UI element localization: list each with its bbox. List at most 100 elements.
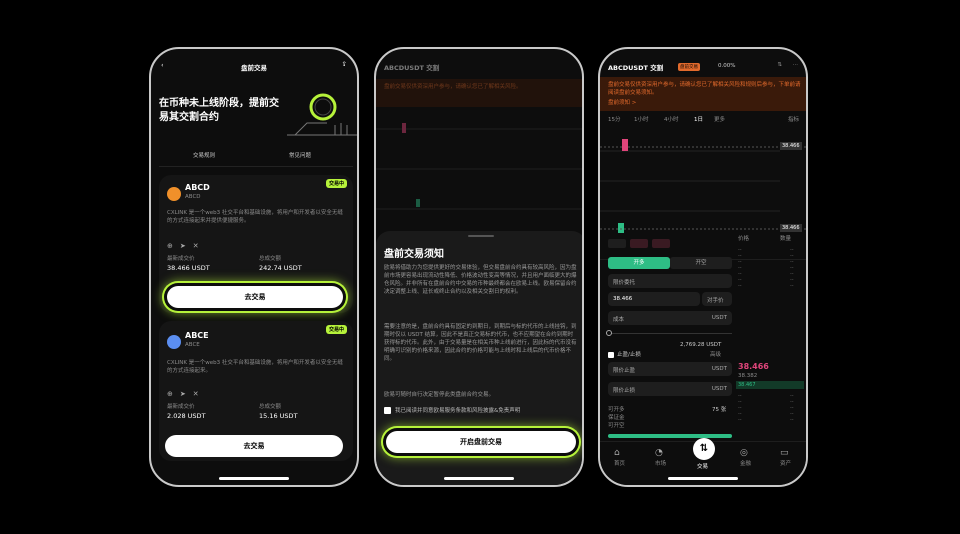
home-indicator bbox=[444, 477, 514, 480]
candle bbox=[618, 223, 624, 233]
coin-sub: ABCD bbox=[185, 194, 201, 200]
take-profit-input[interactable]: 限价止盈 USDT bbox=[608, 362, 732, 376]
sheet-title: 盘前交易须知 bbox=[384, 249, 444, 260]
coin-icon bbox=[167, 334, 181, 349]
timeframe-tabs: 15分 1小时 4小时 1日 更多 指标 bbox=[608, 116, 802, 128]
nav-market[interactable]: 市场 bbox=[655, 460, 666, 468]
stat-value: 75 张 bbox=[712, 407, 727, 413]
coin-desc: CXLINK 是一个web3 社交平台和基础设施，将用户和开发者以安全无缝的方式… bbox=[167, 360, 343, 374]
hero-illustration-icon bbox=[287, 93, 357, 136]
price-tag: 38.466 bbox=[780, 142, 802, 150]
chart-background bbox=[376, 123, 582, 210]
leverage-chip[interactable] bbox=[608, 239, 626, 248]
coin-desc: CXLINK 是一个web3 社交平台和基础设施，将用户和开发者以安全无缝的方式… bbox=[167, 210, 343, 224]
stat-value: 38.466 USDT bbox=[167, 264, 210, 272]
indicators-button[interactable]: 指标 bbox=[788, 116, 799, 124]
open-long-tab[interactable]: 开多 bbox=[608, 257, 670, 269]
submit-long-button[interactable] bbox=[608, 434, 732, 438]
tpsl-label: 止盈/止损 bbox=[617, 352, 641, 358]
stat-label: 可开空 bbox=[608, 423, 625, 429]
telegram-icon[interactable]: ➤ bbox=[180, 242, 186, 250]
quantity-input[interactable]: 成本 USDT bbox=[608, 311, 732, 325]
trade-icon[interactable]: ⇅ bbox=[693, 438, 715, 460]
tab-4h[interactable]: 4小时 bbox=[664, 116, 679, 124]
available-balance: 2,769.28 USDT bbox=[680, 342, 722, 348]
more-icon[interactable]: ··· bbox=[793, 61, 798, 69]
tab-more[interactable]: 更多 bbox=[714, 116, 725, 124]
stat-label: 最新成交价 bbox=[167, 256, 195, 262]
globe-icon[interactable]: ⊕ bbox=[167, 390, 173, 398]
notice-link[interactable]: 盘前须知 > bbox=[608, 99, 636, 107]
price-tag: 38.466 bbox=[780, 224, 802, 232]
tab-faq[interactable]: 常见问题 bbox=[289, 152, 311, 160]
phone-trade: ABCDUSDT 交割 盘前交易 0.00% ⇅ ··· 盘前交易仅供资深用户参… bbox=[598, 47, 808, 487]
last-price: 38.466 bbox=[738, 362, 769, 371]
go-trade-button[interactable]: 去交易 bbox=[167, 286, 343, 308]
stat-label: 最新成交价 bbox=[167, 404, 195, 410]
status-badge: 交易中 bbox=[325, 325, 347, 334]
notice-para: 欧易可随时自行决定暂停此类盘前合约交易。 bbox=[384, 392, 495, 398]
quantity-unit: USDT bbox=[711, 315, 727, 321]
order-type-select[interactable]: 限价委托 bbox=[608, 274, 732, 288]
tab-1h[interactable]: 1小时 bbox=[634, 116, 649, 124]
pair-title[interactable]: ABCDUSDT 交割 bbox=[608, 62, 663, 72]
status-badge: 交易中 bbox=[325, 179, 347, 188]
assets-icon[interactable]: ▭ bbox=[780, 448, 789, 458]
globe-icon[interactable]: ⊕ bbox=[167, 242, 173, 250]
tab-rules[interactable]: 交易规则 bbox=[193, 152, 215, 160]
slider-handle[interactable] bbox=[606, 330, 612, 336]
nav-trade[interactable]: 交易 bbox=[697, 463, 708, 471]
tab-1d[interactable]: 1日 bbox=[694, 116, 703, 124]
go-trade-button[interactable]: 去交易 bbox=[165, 435, 343, 457]
premarket-tag: 盘前交易 bbox=[678, 63, 700, 71]
pair-title: ABCDUSDT 交割 bbox=[384, 64, 440, 72]
stat-label: 可开多 bbox=[608, 407, 625, 413]
page-title: 盘前交易 bbox=[241, 64, 267, 72]
agree-checkbox[interactable] bbox=[384, 407, 391, 414]
x-icon[interactable]: ✕ bbox=[193, 242, 199, 250]
notice-sheet: 盘前交易须知 欧易将借助力为您提供更好的交易体验，但交易盘前合约具有较高风险，因… bbox=[376, 231, 582, 485]
tab-15m[interactable]: 15分 bbox=[608, 116, 621, 124]
stat-value: 15.16 USDT bbox=[259, 412, 298, 420]
orderbook-header: 数量 bbox=[780, 236, 792, 242]
sheet-handle[interactable] bbox=[468, 235, 494, 237]
tpsl-checkbox[interactable] bbox=[608, 352, 614, 358]
coin-name: ABCE bbox=[185, 331, 209, 340]
mark-price: 38.382 bbox=[738, 373, 758, 379]
stat-label: 总成交额 bbox=[259, 404, 282, 410]
stop-loss-input[interactable]: 限价止损 USDT bbox=[608, 382, 732, 396]
bottom-nav: ⌂ 首页 ◔ 市场 ⇅ 交易 ◎ 金融 ▭ 资产 bbox=[600, 438, 806, 485]
coin-icon bbox=[167, 186, 181, 201]
stat-label: 保证金 bbox=[608, 415, 625, 421]
notice-para: 欧易将借助力为您提供更好的交易体验，但交易盘前合约具有较高风险，因为盘前市场更容… bbox=[384, 265, 577, 295]
price-input[interactable]: 38.466 bbox=[608, 292, 700, 306]
price-chart bbox=[600, 139, 806, 233]
leverage-chip[interactable] bbox=[652, 239, 670, 248]
open-short-tab[interactable]: 开空 bbox=[670, 257, 732, 269]
nav-assets[interactable]: 资产 bbox=[780, 460, 791, 468]
agree-text[interactable]: 我已阅读并同意欧易服务条款和风险披露&免责声明 bbox=[395, 407, 520, 415]
stat-value: 242.74 USDT bbox=[259, 264, 302, 272]
nav-finance[interactable]: 金融 bbox=[740, 460, 751, 468]
bid-price: 38.467 bbox=[738, 382, 756, 388]
home-indicator bbox=[219, 477, 289, 480]
nav-home[interactable]: 首页 bbox=[614, 460, 625, 468]
phone-premarket-list: ‹ 盘前交易 ⇪ 在币种未上线阶段，提前交易其交割合约 交易规则 常见问题 交易… bbox=[149, 47, 359, 487]
orderbook-header: 价格 bbox=[738, 236, 750, 242]
market-icon[interactable]: ◔ bbox=[655, 448, 663, 458]
settings-icon[interactable]: ⇅ bbox=[777, 61, 782, 69]
share-icon[interactable]: ⇪ bbox=[342, 60, 347, 68]
start-premarket-button[interactable]: 开启盘前交易 bbox=[386, 431, 576, 453]
amount-slider[interactable] bbox=[608, 333, 732, 334]
leverage-chip[interactable] bbox=[630, 239, 648, 248]
telegram-icon[interactable]: ➤ bbox=[180, 390, 186, 398]
notice-para: 需要注意的是，盘前合约具有固定的到期日，到期后与标的代币的上线挂钩，到期时仅以 … bbox=[384, 324, 577, 362]
risk-banner-text: 盘前交易仅供资深用户参与，请确认您已了解相关风险和规则后参与，下单前请阅读盘前交… bbox=[608, 82, 801, 96]
x-icon[interactable]: ✕ bbox=[193, 390, 199, 398]
advanced-button[interactable]: 高级 bbox=[710, 351, 721, 359]
counterparty-price-button[interactable]: 对手价 bbox=[702, 292, 732, 306]
finance-icon[interactable]: ◎ bbox=[740, 448, 748, 458]
home-icon[interactable]: ⌂ bbox=[614, 448, 620, 458]
hero-title: 在币种未上线阶段，提前交易其交割合约 bbox=[159, 98, 279, 123]
home-indicator bbox=[668, 477, 738, 480]
